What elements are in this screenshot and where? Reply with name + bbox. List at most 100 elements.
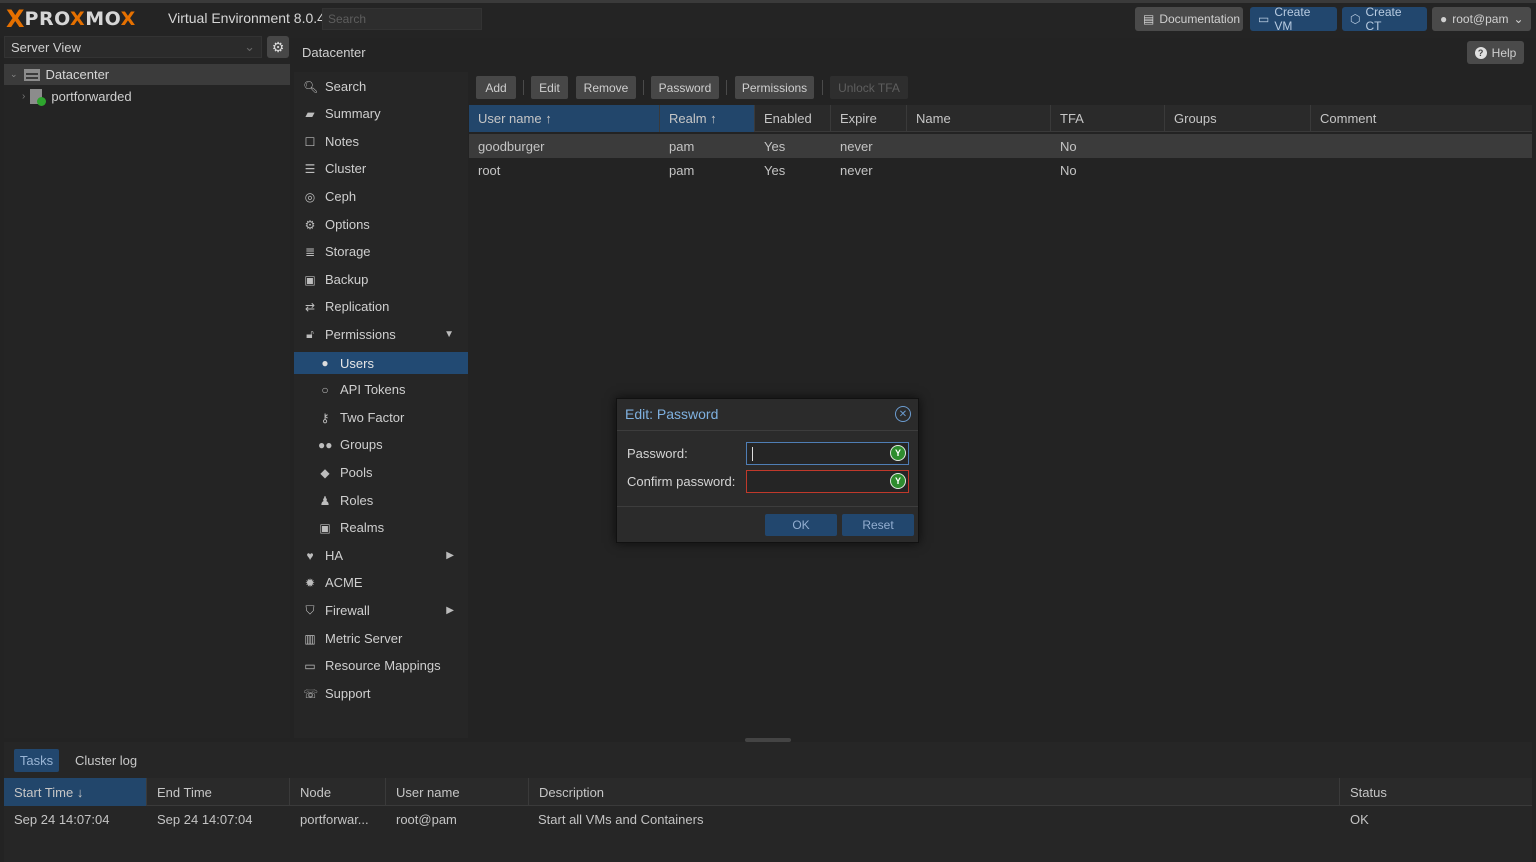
column-header-node[interactable]: Node [290,778,386,806]
divider [617,506,918,507]
tree-settings-gear-icon[interactable]: ⚙ [267,36,289,58]
create-ct-button[interactable]: ⬡ Create CT [1342,5,1427,33]
unlock-tfa-button[interactable]: Unlock TFA [830,76,908,99]
password-manager-icon[interactable]: Y [890,473,906,489]
certificate-icon: ✹ [304,575,316,590]
column-header-tfa[interactable]: TFA [1051,105,1165,132]
nav-item-replication[interactable]: ⇄ Replication [294,293,468,320]
password-manager-icon[interactable]: Y [890,445,906,461]
column-header-groups[interactable]: Groups [1165,105,1311,132]
edit-button[interactable]: Edit [531,76,568,99]
nav-item-storage[interactable]: ≣ Storage [294,238,468,265]
confirm-password-input[interactable] [746,470,909,493]
column-header-expire[interactable]: Expire [831,105,907,132]
ok-button[interactable]: OK [765,514,837,536]
nav-item-summary[interactable]: ▰ Summary [294,100,468,127]
gear-icon: ⚙ [304,217,316,232]
remove-button[interactable]: Remove [576,76,636,99]
tree-expand-icon[interactable]: › [22,91,25,102]
nav-item-search[interactable]: 🔍︎ Search [294,73,468,100]
task-cell-description: Start all VMs and Containers [538,811,704,827]
nav-item-notes[interactable]: ☐ Notes [294,128,468,155]
cube-icon: ⬡ [1350,12,1361,26]
nav-item-roles[interactable]: ♟ Roles [294,487,468,514]
column-header-start-time[interactable]: Start Time ↓ [4,778,147,806]
tree-item-datacenter[interactable]: ⌄ Datacenter [4,64,290,85]
task-cell-node: portforwar... [300,811,369,827]
nav-item-ha[interactable]: ♥ HA ▶ [294,542,468,569]
user-outline-icon: ○ [321,382,329,397]
column-header-user-name[interactable]: User name [386,778,529,806]
nav-item-api-tokens[interactable]: ○ API Tokens [294,376,468,403]
nav-item-cluster[interactable]: ☰ Cluster [294,155,468,182]
chevron-down-icon: ⌄ [244,39,255,54]
cell-realm: pam [669,162,695,178]
nav-item-support[interactable]: ☏ Support [294,680,468,707]
expand-arrow-icon[interactable]: ▶ [446,605,454,616]
nav-item-backup[interactable]: ▣ Backup [294,266,468,293]
address-book-icon: ▣ [319,520,331,535]
expand-arrow-icon[interactable]: ▶ [446,550,454,561]
cell-tfa: No [1060,162,1077,178]
documentation-button[interactable]: ▤ Documentation [1135,7,1243,31]
page-title: Datacenter [302,45,366,60]
cell-tfa: No [1060,138,1077,154]
column-header-enabled[interactable]: Enabled [755,105,831,132]
column-header-realm[interactable]: Realm ↑ [660,105,755,132]
nav-item-metric-server[interactable]: ▥ Metric Server [294,625,468,652]
permissions-button[interactable]: Permissions [735,76,814,99]
toolbar-separator [726,80,727,95]
column-header-name[interactable]: Name [907,105,1051,132]
tab-cluster-log[interactable]: Cluster log [75,753,137,768]
user-menu-button[interactable]: ● root@pam ⌄ [1432,7,1531,31]
nav-item-options[interactable]: ⚙ Options [294,211,468,238]
password-input[interactable] [746,442,909,465]
product-version: Virtual Environment 8.0.4 [168,10,325,26]
column-header-comment[interactable]: Comment [1311,105,1532,132]
divider [617,430,918,431]
tab-tasks[interactable]: Tasks [14,749,59,772]
nav-item-firewall[interactable]: ⛉ Firewall ▶ [294,597,468,624]
nav-item-two-factor[interactable]: ⚷ Two Factor [294,404,468,431]
help-button[interactable]: ? Help [1467,41,1524,64]
server-view-select[interactable]: Server View ⌄ [4,36,262,58]
dialog-title: Edit: Password [625,406,719,422]
bar-chart-icon: ▥ [304,631,316,646]
note-icon: ☐ [304,134,316,149]
logo-wordmark: PROXMOX [24,8,136,30]
confirm-password-label: Confirm password: [627,474,736,489]
toolbar-separator [643,80,644,95]
table-row[interactable] [469,134,1532,158]
close-icon[interactable]: ✕ [895,406,911,422]
users-icon: ●● [318,437,333,452]
nav-item-users[interactable]: ● Users [294,352,468,374]
column-header-description[interactable]: Description [529,778,1340,806]
nav-item-resource-mappings[interactable]: ▭ Resource Mappings [294,652,468,679]
collapse-arrow-icon[interactable]: ▼ [444,329,454,340]
key-icon: ⚷ [320,410,330,425]
password-button[interactable]: Password [651,76,719,99]
reset-button[interactable]: Reset [842,514,914,536]
nav-item-groups[interactable]: ●● Groups [294,431,468,458]
retweet-icon: ⇄ [304,299,316,314]
nav-item-acme[interactable]: ✹ ACME [294,569,468,596]
nav-item-ceph[interactable]: ◎ Ceph [294,183,468,210]
tree-expand-icon[interactable]: ⌄ [10,69,18,80]
column-header-username[interactable]: User name ↑ [469,105,660,132]
nav-item-pools[interactable]: ◆ Pools [294,459,468,486]
floppy-disk-icon: ▣ [304,272,316,287]
task-cell-user: root@pam [396,811,457,827]
column-header-end-time[interactable]: End Time [147,778,290,806]
proxmox-logo[interactable]: X PROXMOX [6,6,136,32]
nav-item-permissions[interactable]: 🔓︎ Permissions ▼ [294,321,468,348]
nav-item-realms[interactable]: ▣ Realms [294,514,468,541]
add-button[interactable]: Add [476,76,516,99]
tree-item-node[interactable]: › portforwarded [22,86,132,107]
table-row[interactable] [469,158,1532,182]
create-vm-button[interactable]: ▭ Create VM [1250,5,1337,33]
monitor-icon: ▭ [1258,12,1270,26]
global-search-input[interactable] [322,8,482,30]
column-header-status[interactable]: Status [1340,778,1532,806]
database-icon: ≣ [304,244,316,259]
chevron-down-icon: ⌄ [1513,12,1524,26]
